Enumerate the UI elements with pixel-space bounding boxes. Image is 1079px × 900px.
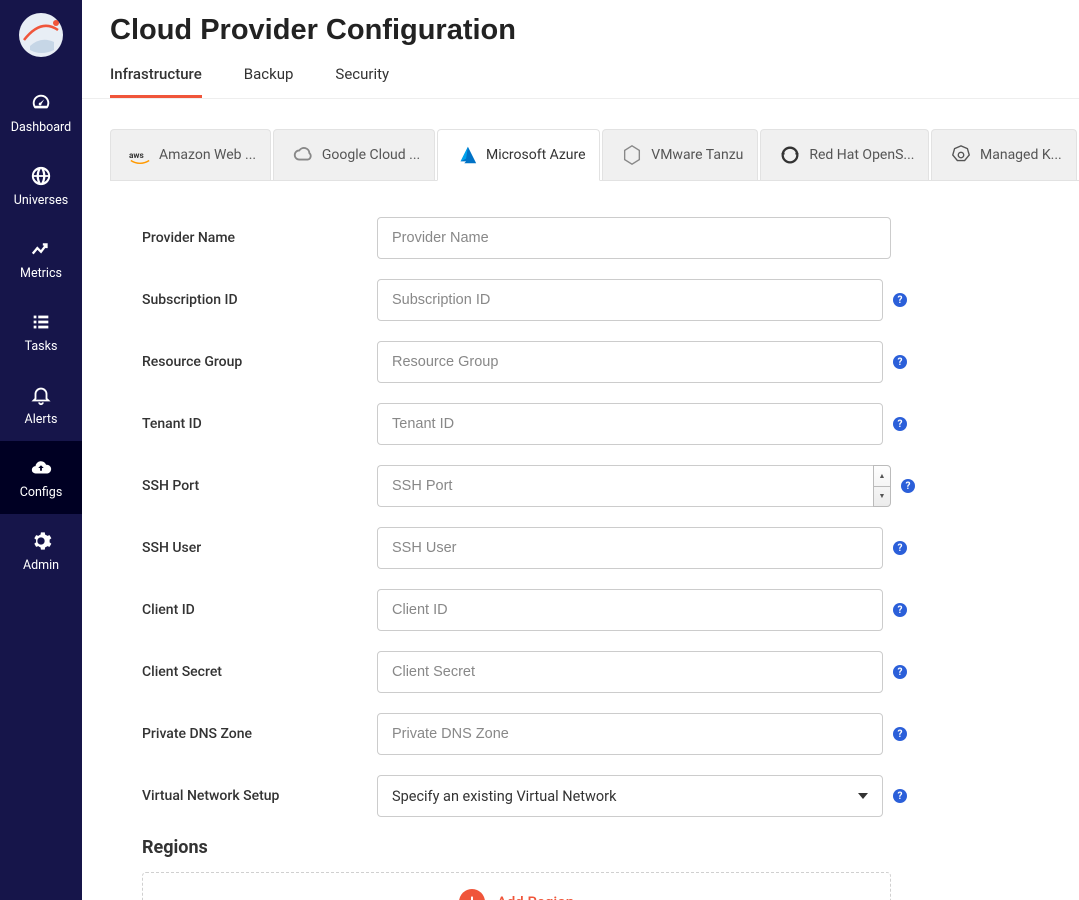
provider-tab-label: Amazon Web ... [159, 147, 256, 163]
field-tenant-id: Tenant ID ? [142, 403, 1051, 445]
help-icon[interactable]: ? [893, 293, 907, 307]
page-title: Cloud Provider Configuration [110, 14, 1051, 47]
sidebar-item-configs[interactable]: Configs [0, 441, 82, 514]
label-subscription-id: Subscription ID [142, 292, 377, 308]
bell-icon [30, 384, 52, 406]
provider-tab-aws[interactable]: aws Amazon Web ... [110, 129, 271, 180]
input-provider-name[interactable] [377, 217, 891, 259]
header-tabs: Infrastructure Backup Security [110, 57, 1051, 98]
label-resource-group: Resource Group [142, 354, 377, 370]
help-icon[interactable]: ? [893, 417, 907, 431]
form-content: Provider Name Subscription ID ? Resource… [82, 181, 1079, 900]
help-icon[interactable]: ? [901, 479, 915, 493]
provider-tab-k8s[interactable]: Managed K... [931, 129, 1077, 180]
provider-tabs: aws Amazon Web ... Google Cloud ... Micr… [110, 129, 1079, 181]
help-icon[interactable]: ? [893, 665, 907, 679]
sidebar-item-metrics[interactable]: Metrics [0, 222, 82, 295]
sidebar-item-label: Metrics [20, 266, 62, 281]
sidebar-item-alerts[interactable]: Alerts [0, 368, 82, 441]
input-client-secret[interactable] [377, 651, 883, 693]
regions-title: Regions [142, 837, 1051, 858]
field-private-dns: Private DNS Zone ? [142, 713, 1051, 755]
openshift-icon [779, 144, 801, 166]
plus-circle-icon [459, 889, 485, 900]
field-provider-name: Provider Name [142, 217, 1051, 259]
sidebar-item-tasks[interactable]: Tasks [0, 295, 82, 368]
page-header: Cloud Provider Configuration Infrastruct… [82, 0, 1079, 99]
field-resource-group: Resource Group ? [142, 341, 1051, 383]
field-client-id: Client ID ? [142, 589, 1051, 631]
input-subscription-id[interactable] [377, 279, 883, 321]
chart-line-icon [30, 238, 52, 260]
input-resource-group[interactable] [377, 341, 883, 383]
provider-tab-azure[interactable]: Microsoft Azure [437, 129, 600, 181]
provider-tab-label: Red Hat OpenS... [809, 147, 914, 163]
provider-tab-label: Microsoft Azure [486, 147, 586, 163]
field-ssh-port: SSH Port ▲ ▼ ? [142, 465, 1051, 507]
kubernetes-icon [950, 144, 972, 166]
gauge-icon [30, 92, 52, 114]
provider-tab-label: Managed K... [980, 147, 1062, 163]
sidebar-item-label: Configs [20, 485, 63, 500]
sidebar-item-label: Dashboard [11, 120, 71, 135]
input-client-id[interactable] [377, 589, 883, 631]
label-ssh-port: SSH Port [142, 478, 377, 494]
sidebar-item-universes[interactable]: Universes [0, 149, 82, 222]
input-private-dns[interactable] [377, 713, 883, 755]
add-region-label: Add Region [497, 893, 574, 900]
gcp-icon [292, 144, 314, 166]
field-ssh-user: SSH User ? [142, 527, 1051, 569]
provider-tab-label: VMware Tanzu [651, 147, 743, 163]
svg-text:aws: aws [129, 151, 144, 161]
label-provider-name: Provider Name [142, 230, 377, 246]
list-icon [30, 311, 52, 333]
sidebar-item-dashboard[interactable]: Dashboard [0, 76, 82, 149]
select-value: Specify an existing Virtual Network [392, 788, 616, 805]
label-client-secret: Client Secret [142, 664, 377, 680]
input-ssh-port[interactable] [377, 465, 873, 507]
help-icon[interactable]: ? [893, 603, 907, 617]
tab-backup[interactable]: Backup [244, 57, 294, 98]
globe-icon [30, 165, 52, 187]
input-tenant-id[interactable] [377, 403, 883, 445]
add-region-button[interactable]: Add Region [142, 872, 891, 900]
field-vnet: Virtual Network Setup Specify an existin… [142, 775, 1051, 817]
provider-tab-gcp[interactable]: Google Cloud ... [273, 129, 435, 180]
spinner-up-icon[interactable]: ▲ [874, 466, 890, 487]
aws-icon: aws [129, 144, 151, 166]
select-vnet[interactable]: Specify an existing Virtual Network [377, 775, 883, 817]
main-content: Cloud Provider Configuration Infrastruct… [82, 0, 1079, 900]
tab-security[interactable]: Security [335, 57, 389, 98]
help-icon[interactable]: ? [893, 355, 907, 369]
label-private-dns: Private DNS Zone [142, 726, 377, 742]
sidebar-item-label: Universes [14, 193, 68, 208]
field-subscription-id: Subscription ID ? [142, 279, 1051, 321]
tanzu-icon [621, 144, 643, 166]
chevron-down-icon [858, 793, 868, 799]
provider-tab-label: Google Cloud ... [322, 147, 420, 163]
provider-tab-tanzu[interactable]: VMware Tanzu [602, 129, 758, 180]
label-ssh-user: SSH User [142, 540, 377, 556]
sidebar-item-admin[interactable]: Admin [0, 514, 82, 587]
help-icon[interactable]: ? [893, 789, 907, 803]
sidebar-item-label: Admin [23, 558, 59, 573]
help-icon[interactable]: ? [893, 727, 907, 741]
help-icon[interactable]: ? [893, 541, 907, 555]
sidebar-item-label: Alerts [25, 412, 58, 427]
label-tenant-id: Tenant ID [142, 416, 377, 432]
app-logo [18, 12, 64, 58]
number-spinner: ▲ ▼ [873, 465, 891, 507]
tab-infrastructure[interactable]: Infrastructure [110, 57, 202, 98]
sidebar: Dashboard Universes Metrics Tasks Alerts… [0, 0, 82, 900]
sidebar-item-label: Tasks [25, 339, 58, 354]
gear-icon [30, 530, 52, 552]
spinner-down-icon[interactable]: ▼ [874, 487, 890, 507]
input-ssh-user[interactable] [377, 527, 883, 569]
label-vnet: Virtual Network Setup [142, 788, 377, 804]
provider-tab-openshift[interactable]: Red Hat OpenS... [760, 129, 929, 180]
label-client-id: Client ID [142, 602, 377, 618]
field-client-secret: Client Secret ? [142, 651, 1051, 693]
azure-icon [456, 144, 478, 166]
cloud-upload-icon [30, 457, 52, 479]
